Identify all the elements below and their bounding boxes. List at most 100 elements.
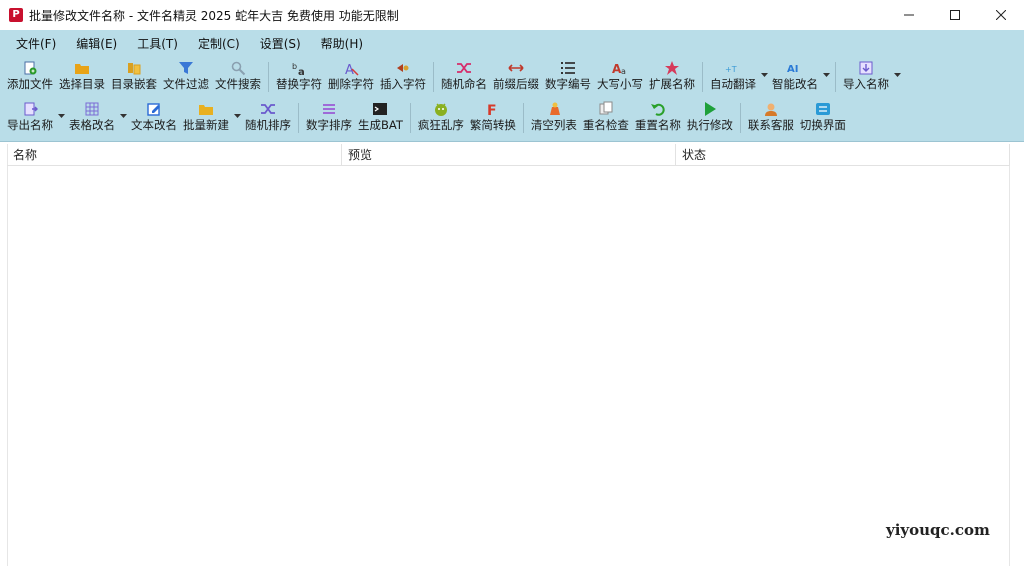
- ai-button[interactable]: AI 智能改名: [769, 59, 821, 95]
- import-icon: [856, 59, 876, 76]
- translate-icon: +T: [723, 59, 743, 76]
- support-button[interactable]: 联系客服: [745, 100, 797, 136]
- title-bar: P 批量修改文件名称 - 文件名精灵 2025 蛇年大吉 免费使用 功能无限制: [0, 0, 1024, 30]
- toolbar-button-label: 目录嵌套: [111, 77, 157, 91]
- random-sort-button[interactable]: 随机排序: [242, 100, 294, 136]
- dropdown-arrow-icon[interactable]: [232, 100, 242, 136]
- undo-button[interactable]: 重置名称: [632, 100, 684, 136]
- file-list[interactable]: 名称 预览 状态: [0, 142, 1024, 566]
- play-button[interactable]: 执行修改: [684, 100, 736, 136]
- toolbar-button-label: 清空列表: [530, 118, 577, 132]
- edit-text-button[interactable]: 文本改名: [128, 100, 180, 136]
- toolbar-separator: [268, 62, 269, 92]
- numbered-list-icon: [558, 59, 578, 76]
- font-convert-icon: F: [483, 100, 503, 117]
- new-folder-button[interactable]: 批量新建: [180, 100, 232, 136]
- delete-char-button[interactable]: A 删除字符: [325, 59, 377, 95]
- toolbar-button-label: 扩展名称: [649, 77, 695, 91]
- dropdown-arrow-icon[interactable]: [821, 59, 831, 95]
- terminal-button[interactable]: 生成BAT: [355, 100, 406, 136]
- menu-customize[interactable]: 定制(C): [188, 33, 250, 55]
- switch-ui-button[interactable]: 切换界面: [797, 100, 849, 136]
- edit-text-icon: [144, 100, 164, 117]
- menu-bar: 文件(F) 编辑(E) 工具(T) 定制(C) 设置(S) 帮助(H): [0, 33, 373, 55]
- insert-char-button[interactable]: 插入字符: [377, 59, 429, 95]
- toolbar-button-label: 删除字符: [328, 77, 374, 91]
- clear-list-button[interactable]: 清空列表: [528, 100, 580, 136]
- toolbar-button-label: 数字编号: [545, 77, 591, 91]
- minimize-icon: [904, 14, 914, 16]
- search-button[interactable]: 文件搜索: [212, 59, 264, 95]
- toolbar-button-label: 表格改名: [69, 118, 115, 132]
- svg-text:AI: AI: [787, 64, 798, 75]
- menu-edit[interactable]: 编辑(E): [66, 33, 127, 55]
- menu-settings[interactable]: 设置(S): [250, 33, 311, 55]
- window-controls: [886, 0, 1024, 30]
- toolbar-separator: [433, 62, 434, 92]
- shuffle-icon: [454, 59, 474, 76]
- table-button[interactable]: 表格改名: [66, 100, 118, 136]
- toolbar-separator: [409, 103, 411, 133]
- menu-tools[interactable]: 工具(T): [127, 33, 188, 55]
- app-logo-icon: P: [9, 8, 23, 22]
- toolbar-separator: [298, 103, 299, 133]
- table-icon: [82, 100, 102, 117]
- column-header-preview[interactable]: 预览: [342, 144, 676, 166]
- maximize-icon: [950, 10, 960, 20]
- dropdown-arrow-icon[interactable]: [118, 100, 128, 136]
- svg-text:F: F: [487, 103, 497, 117]
- toolbar-button-label: 大写小写: [597, 77, 643, 91]
- menu-help[interactable]: 帮助(H): [311, 33, 373, 55]
- toolbar-row-2: 导出名称 表格改名 文本改名 批量新建 随机排序 数字排序 生成BAT 疯狂乱序 F 繁简转换 清空…: [4, 100, 849, 136]
- import-button[interactable]: 导入名称: [840, 59, 892, 95]
- toolbar-row-1: 添加文件 选择目录 目录嵌套 文件过滤 文件搜索 b a 替换字符 A 删除字符 插入字符 随机命名前…: [4, 59, 902, 95]
- dropdown-arrow-icon[interactable]: [56, 100, 66, 136]
- replace-button[interactable]: b a 替换字符: [273, 59, 325, 95]
- shuffle-button[interactable]: 随机命名: [438, 59, 490, 95]
- svg-text:b: b: [292, 62, 297, 71]
- column-header-status[interactable]: 状态: [676, 144, 1010, 166]
- menu-file[interactable]: 文件(F): [0, 33, 66, 55]
- maximize-button[interactable]: [932, 0, 978, 30]
- add-file-button[interactable]: 添加文件: [4, 59, 56, 95]
- support-icon: [761, 100, 781, 117]
- svg-text:a: a: [298, 67, 305, 76]
- toolbar-button-label: 疯狂乱序: [417, 118, 464, 132]
- folder-open-button[interactable]: 选择目录: [56, 59, 108, 95]
- toolbar-area: 文件(F) 编辑(E) 工具(T) 定制(C) 设置(S) 帮助(H) 添加文件…: [0, 30, 1024, 142]
- toolbar-separator: [739, 103, 741, 133]
- close-button[interactable]: [978, 0, 1024, 30]
- crazy-shuffle-icon: [431, 100, 451, 117]
- nested-folder-button[interactable]: 目录嵌套: [108, 59, 160, 95]
- dropdown-arrow-icon[interactable]: [759, 59, 769, 95]
- crazy-shuffle-button[interactable]: 疯狂乱序: [415, 100, 467, 136]
- star-button[interactable]: 扩展名称: [646, 59, 698, 95]
- switch-ui-icon: [813, 100, 833, 117]
- watermark-text: yiyouqc.com: [886, 521, 990, 539]
- number-sort-button[interactable]: 数字排序: [303, 100, 355, 136]
- export-button[interactable]: 导出名称: [4, 100, 56, 136]
- list-left-border: [7, 144, 8, 566]
- toolbar-separator: [835, 62, 836, 92]
- minimize-button[interactable]: [886, 0, 932, 30]
- toolbar-button-label: 选择目录: [59, 77, 105, 91]
- toolbar-button-label: 执行修改: [686, 118, 733, 132]
- case-button[interactable]: Aa 大写小写: [594, 59, 646, 95]
- delete-char-icon: A: [341, 59, 361, 76]
- folder-open-icon: [72, 59, 92, 76]
- random-sort-icon: [258, 100, 278, 117]
- undo-icon: [648, 100, 668, 117]
- dropdown-arrow-icon[interactable]: [892, 59, 902, 95]
- duplicate-check-button[interactable]: 重名检查: [580, 100, 632, 136]
- toolbar-button-label: 智能改名: [772, 77, 818, 91]
- search-icon: [228, 59, 248, 76]
- prefix-suffix-button[interactable]: 前缀后缀: [490, 59, 542, 95]
- filter-button[interactable]: 文件过滤: [160, 59, 212, 95]
- column-header-name[interactable]: 名称: [7, 144, 342, 166]
- numbered-list-button[interactable]: 数字编号: [542, 59, 594, 95]
- toolbar-button-label: 批量新建: [183, 118, 229, 132]
- toolbar-button-label: 替换字符: [276, 77, 322, 91]
- font-convert-button[interactable]: F 繁简转换: [467, 100, 519, 136]
- translate-button[interactable]: +T 自动翻译: [707, 59, 759, 95]
- toolbar-button-label: 随机排序: [245, 118, 291, 132]
